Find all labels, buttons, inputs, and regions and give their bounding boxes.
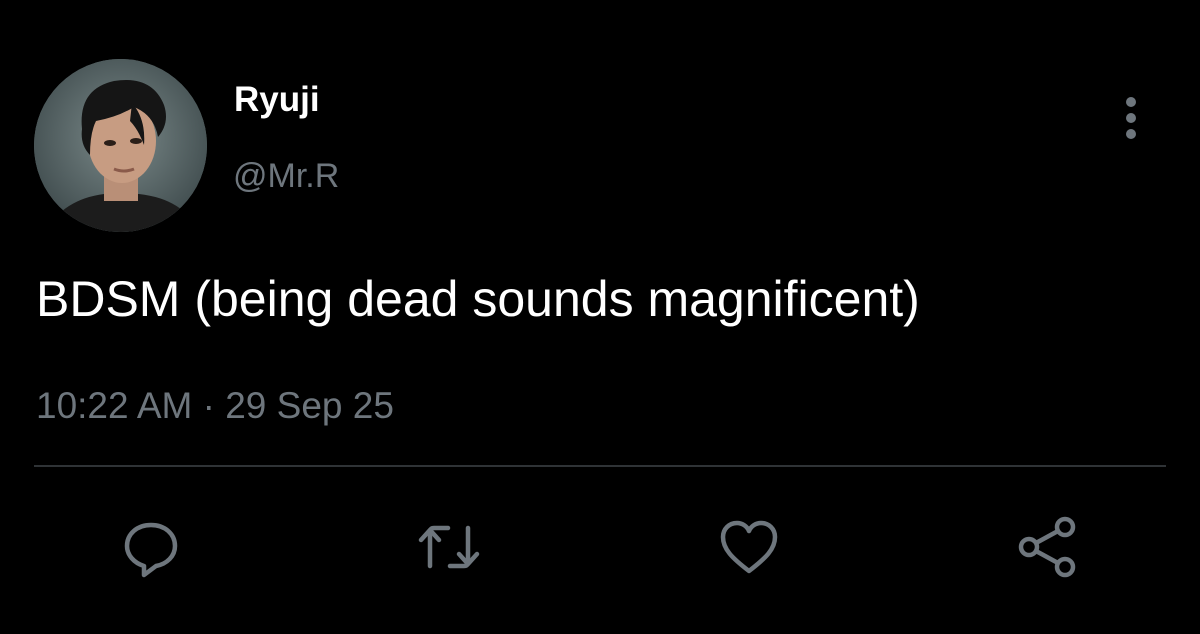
heart-icon bbox=[720, 520, 778, 574]
tweet-card: Ryuji @Mr.R BDSM (being dead sounds magn… bbox=[0, 0, 1200, 634]
share-icon bbox=[1018, 516, 1076, 578]
avatar-image bbox=[34, 59, 207, 232]
tweet-text: BDSM (being dead sounds magnificent) bbox=[36, 271, 920, 327]
author-handle[interactable]: @Mr.R bbox=[233, 154, 339, 198]
divider bbox=[34, 465, 1166, 467]
more-options-icon[interactable] bbox=[1113, 94, 1149, 142]
author-display-name[interactable]: Ryuji bbox=[234, 78, 320, 122]
reply-icon bbox=[124, 522, 178, 578]
share-button[interactable] bbox=[1013, 512, 1083, 582]
tweet-timestamp[interactable]: 10:22 AM · 29 Sep 25 bbox=[36, 382, 394, 430]
reply-button[interactable] bbox=[116, 512, 186, 582]
like-button[interactable] bbox=[714, 512, 784, 582]
retweet-icon bbox=[418, 525, 480, 569]
retweet-button[interactable] bbox=[414, 512, 484, 582]
avatar[interactable] bbox=[34, 59, 207, 232]
